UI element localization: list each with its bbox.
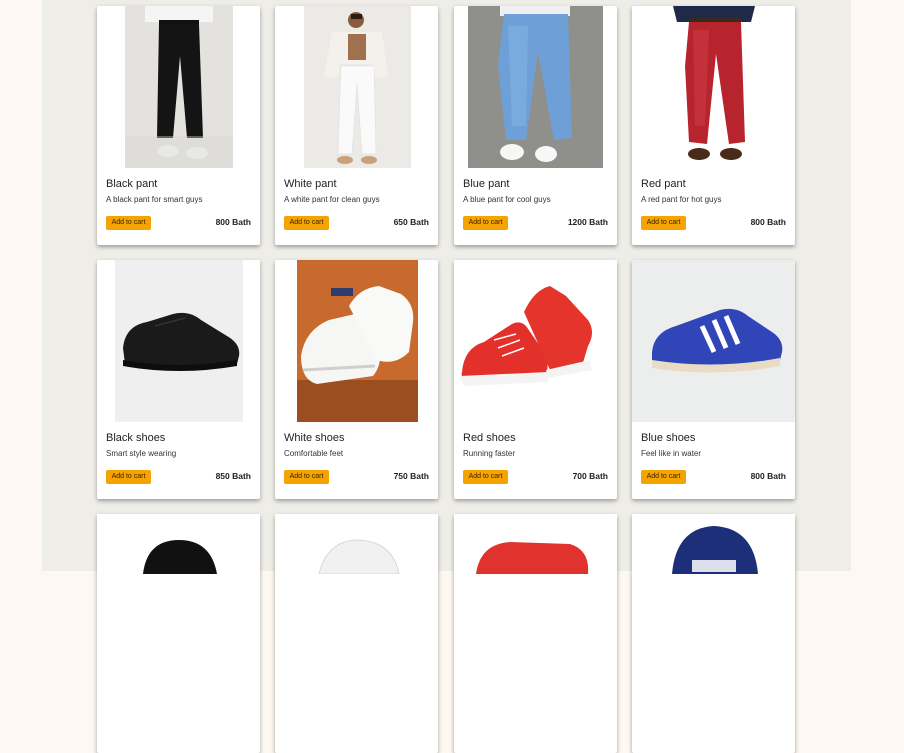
add-to-cart-button[interactable]: Add to cart	[463, 470, 508, 484]
product-image	[297, 260, 418, 422]
product-price: 800 Bath	[215, 217, 251, 227]
product-description: A blue pant for cool guys	[463, 195, 551, 204]
product-card: Red pant A red pant for hot guys Add to …	[632, 6, 795, 245]
product-image	[97, 514, 260, 676]
product-name: Red pant	[641, 178, 686, 190]
product-card: Blue shoes Feel like in water Add to car…	[632, 260, 795, 499]
product-card: Red shoes Running faster Add to cart 700…	[454, 260, 617, 499]
product-price: 750 Bath	[393, 471, 429, 481]
add-to-cart-button[interactable]: Add to cart	[284, 216, 329, 230]
product-image	[659, 6, 769, 168]
product-image	[304, 6, 411, 168]
product-price: 700 Bath	[572, 471, 608, 481]
product-image	[125, 6, 233, 168]
add-to-cart-button[interactable]: Add to cart	[641, 470, 686, 484]
product-card: White shoes Comfortable feet Add to cart…	[275, 260, 438, 499]
product-card: Black pant A black pant for smart guys A…	[97, 6, 260, 245]
product-image	[454, 260, 617, 422]
product-description: A white pant for clean guys	[284, 195, 380, 204]
product-name: White pant	[284, 178, 337, 190]
product-name: White shoes	[284, 432, 345, 444]
product-image	[275, 514, 438, 676]
product-card	[454, 514, 617, 753]
add-to-cart-button[interactable]: Add to cart	[106, 216, 151, 230]
add-to-cart-button[interactable]: Add to cart	[284, 470, 329, 484]
add-to-cart-button[interactable]: Add to cart	[641, 216, 686, 230]
product-card: Blue pant A blue pant for cool guys Add …	[454, 6, 617, 245]
product-grid-panel: Black pant A black pant for smart guys A…	[42, 0, 851, 753]
product-card	[97, 514, 260, 753]
add-to-cart-button[interactable]: Add to cart	[106, 470, 151, 484]
product-image	[454, 514, 617, 676]
product-image	[468, 6, 603, 168]
product-price: 1200 Bath	[567, 217, 608, 227]
product-image	[115, 260, 243, 422]
product-description: A red pant for hot guys	[641, 195, 722, 204]
product-description: Feel like in water	[641, 449, 702, 458]
product-description: A black pant for smart guys	[106, 195, 203, 204]
product-card	[632, 514, 795, 753]
product-description: Smart style wearing	[106, 449, 177, 458]
product-name: Black shoes	[106, 432, 166, 444]
product-price: 800 Bath	[750, 471, 786, 481]
product-image	[632, 514, 795, 676]
add-to-cart-button[interactable]: Add to cart	[463, 216, 508, 230]
product-description: Running faster	[463, 449, 516, 458]
product-card: White pant A white pant for clean guys A…	[275, 6, 438, 245]
product-name: Red shoes	[463, 432, 516, 444]
product-name: Blue shoes	[641, 432, 696, 444]
product-card: Black shoes Smart style wearing Add to c…	[97, 260, 260, 499]
product-price: 850 Bath	[215, 471, 251, 481]
product-image	[632, 260, 795, 422]
product-name: Blue pant	[463, 178, 510, 190]
product-description: Comfortable feet	[284, 449, 344, 458]
product-card	[275, 514, 438, 753]
product-price: 650 Bath	[393, 217, 429, 227]
product-name: Black pant	[106, 178, 158, 190]
product-price: 800 Bath	[750, 217, 786, 227]
